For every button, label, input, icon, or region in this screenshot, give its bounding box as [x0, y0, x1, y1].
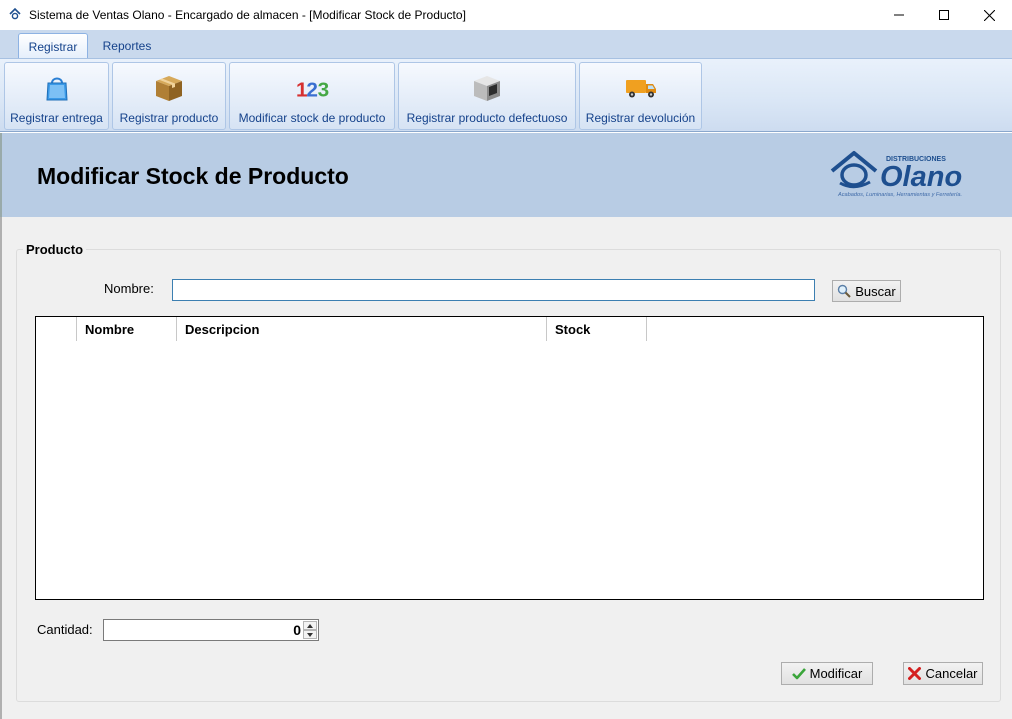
defective-box-icon [470, 71, 504, 105]
minimize-icon [894, 14, 904, 16]
ribbon-button-label: Registrar producto [119, 111, 219, 125]
ribbon-tab-strip: Registrar Reportes [0, 30, 1012, 59]
nombre-input[interactable] [172, 279, 815, 301]
registrar-devolucion-button[interactable]: Registrar devolución [579, 62, 702, 130]
olano-app-icon [9, 7, 21, 20]
maximize-button[interactable] [921, 0, 967, 30]
column-header-descripcion[interactable]: Descripcion [177, 317, 547, 341]
productos-grid[interactable]: Nombre Descripcion Stock [35, 316, 984, 600]
cancel-x-icon [908, 667, 922, 680]
svg-text:3: 3 [318, 79, 329, 102]
buscar-label: Buscar [855, 283, 896, 299]
minimize-button[interactable] [876, 0, 922, 30]
olano-logo: DISTRIBUCIONES Olano Acabados, Luminaria… [830, 151, 962, 198]
nombre-label: Nombre: [104, 281, 154, 296]
spin-down-button[interactable] [303, 630, 317, 639]
grid-header: Nombre Descripcion Stock [36, 317, 647, 341]
ribbon-button-label: Registrar entrega [10, 111, 103, 125]
registrar-producto-button[interactable]: Registrar producto [112, 62, 226, 130]
svg-text:2: 2 [306, 79, 318, 102]
cantidad-label: Cantidad: [37, 622, 93, 637]
registrar-producto-defectuoso-button[interactable]: Registrar producto defectuoso [398, 62, 576, 130]
delivery-truck-icon [624, 71, 658, 105]
cancelar-label: Cancelar [925, 666, 978, 681]
arrow-down-icon [307, 632, 313, 637]
buscar-button[interactable]: Buscar [832, 280, 901, 302]
modificar-label: Modificar [809, 666, 863, 681]
column-header-nombre[interactable]: Nombre [77, 317, 177, 341]
close-button[interactable] [966, 0, 1012, 30]
ribbon-button-label: Registrar producto defectuoso [406, 111, 568, 125]
checkmark-icon [791, 667, 806, 679]
tab-registrar[interactable]: Registrar [18, 33, 88, 59]
maximize-icon [939, 10, 949, 20]
arrow-up-icon [307, 623, 313, 628]
cancelar-button[interactable]: Cancelar [903, 662, 983, 685]
svg-text:Acabados, Luminarias, Herramie: Acabados, Luminarias, Herramientas y Fer… [837, 192, 962, 198]
tab-reportes[interactable]: Reportes [92, 33, 162, 59]
header-banner: Modificar Stock de Producto DISTRIBUCION… [0, 133, 1012, 217]
group-title: Producto [23, 242, 87, 257]
box-icon [152, 71, 186, 105]
column-header-stock[interactable]: Stock [547, 317, 647, 341]
ribbon-panel: Registrar entrega Registrar producto 1 2… [0, 58, 1012, 132]
ribbon-button-label: Modificar stock de producto [238, 111, 386, 125]
row-header-cell [36, 317, 77, 341]
cantidad-value: 0 [293, 622, 301, 638]
search-icon [838, 284, 851, 298]
window-title: Sistema de Ventas Olano - Encargado de a… [29, 8, 466, 22]
modificar-stock-button[interactable]: 1 2 3 Modificar stock de producto [229, 62, 395, 130]
modificar-button[interactable]: Modificar [781, 662, 873, 685]
spin-up-button[interactable] [303, 621, 317, 630]
svg-text:Olano: Olano [880, 161, 962, 193]
title-bar: Sistema de Ventas Olano - Encargado de a… [0, 0, 1012, 30]
registrar-entrega-button[interactable]: Registrar entrega [4, 62, 109, 130]
close-icon [983, 9, 995, 21]
shopping-bag-icon [40, 71, 74, 105]
cantidad-stepper[interactable]: 0 [103, 619, 319, 641]
page-title: Modificar Stock de Producto [37, 163, 349, 189]
ribbon-button-label: Registrar devolución [585, 111, 696, 125]
content-area: Producto Nombre: Buscar Nombre Descripci… [0, 217, 1012, 719]
numbers-123-icon: 1 2 3 [295, 71, 329, 105]
